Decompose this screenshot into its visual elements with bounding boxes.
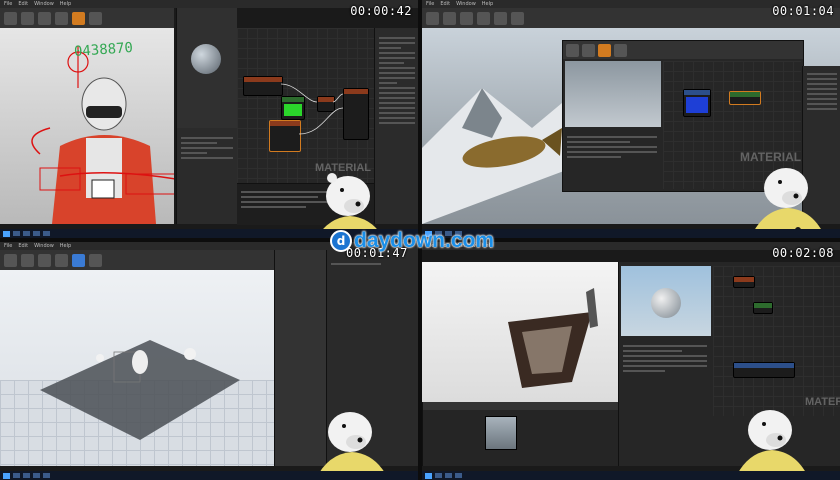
windows-taskbar <box>422 471 840 480</box>
launch-icon[interactable] <box>89 253 102 267</box>
material-preview-panel <box>176 8 237 128</box>
apply-icon[interactable] <box>566 43 579 57</box>
matinee-icon[interactable] <box>89 11 102 25</box>
build-icon[interactable] <box>477 11 490 25</box>
preview-sphere <box>651 288 681 318</box>
quadrant-top-left: File Edit Window Help 0438870 MATERIAL 0… <box>0 0 418 238</box>
level-viewport[interactable] <box>0 270 274 466</box>
menu-edit[interactable]: Edit <box>18 243 28 249</box>
browse-icon[interactable] <box>21 11 34 25</box>
editor-toolbar <box>0 8 174 29</box>
bear-presenter <box>750 168 826 238</box>
timecode: 00:02:08 <box>772 246 834 260</box>
menu-window[interactable]: Window <box>456 1 476 7</box>
material-graph[interactable]: MATERIAL <box>237 28 374 183</box>
quadrant-bottom-left: File Edit Window Help 00:01:47 <box>0 242 418 480</box>
menu-help[interactable]: Help <box>482 1 493 7</box>
quadrant-top-right: File Edit Window Help MATERIAL 00:01:04 <box>422 0 840 238</box>
quadrant-bottom-right: File Edit Window Help MATERIAL <box>422 242 840 480</box>
timecode: 00:00:42 <box>350 4 412 18</box>
material-graph[interactable]: MATERIAL <box>713 266 840 416</box>
scalar-node[interactable] <box>733 276 755 288</box>
windows-start-icon[interactable] <box>425 472 432 479</box>
menu-edit[interactable]: Edit <box>18 1 28 7</box>
constant-node[interactable] <box>729 91 761 105</box>
timecode: 00:01:04 <box>772 4 834 18</box>
menu-window[interactable]: Window <box>34 243 54 249</box>
menu-file[interactable]: File <box>4 243 12 249</box>
watermark-text: daydown.com <box>354 229 495 252</box>
windows-start-icon[interactable] <box>3 230 10 237</box>
build-icon[interactable] <box>55 11 68 25</box>
terrain-scene <box>40 340 240 440</box>
param-node[interactable] <box>753 302 773 314</box>
blueprint-icon[interactable] <box>72 11 85 25</box>
play-icon[interactable] <box>494 11 507 25</box>
site-watermark: d daydown.com <box>330 228 494 254</box>
save-icon[interactable] <box>426 11 439 25</box>
windows-start-icon[interactable] <box>3 472 10 479</box>
bear-presenter <box>315 412 389 480</box>
windows-taskbar <box>0 471 418 480</box>
settings-icon[interactable] <box>38 11 51 25</box>
home-icon[interactable] <box>598 43 611 57</box>
level-viewport[interactable] <box>422 262 618 402</box>
bear-presenter <box>734 410 810 480</box>
blue-texture-node[interactable] <box>683 89 711 117</box>
save-icon[interactable] <box>4 253 17 267</box>
menu-file[interactable]: File <box>426 1 434 7</box>
menu-edit[interactable]: Edit <box>440 1 450 7</box>
menu-window[interactable]: Window <box>34 1 54 7</box>
preview-sphere <box>191 44 221 74</box>
browse-icon[interactable] <box>443 11 456 25</box>
daydown-logo-icon: d <box>330 230 352 252</box>
asset-thumbnail[interactable] <box>485 416 517 450</box>
material-preview <box>565 61 661 127</box>
browse-icon[interactable] <box>21 253 34 267</box>
save-icon[interactable] <box>4 11 17 25</box>
menu-help[interactable]: Help <box>60 1 71 7</box>
play-icon[interactable] <box>72 253 85 267</box>
editor-toolbar <box>0 250 274 271</box>
menu-help[interactable]: Help <box>60 243 71 249</box>
content-browser <box>422 402 619 466</box>
settings-icon[interactable] <box>460 11 473 25</box>
material-preview <box>621 266 711 336</box>
level-viewport[interactable]: 0438870 <box>0 28 174 224</box>
build-icon[interactable] <box>55 253 68 267</box>
search-icon[interactable] <box>582 43 595 57</box>
node-wires <box>280 83 344 135</box>
rock-terrain-scene <box>508 288 598 388</box>
output-node[interactable] <box>733 362 795 378</box>
settings-icon[interactable] <box>38 253 51 267</box>
menu-file[interactable]: File <box>4 1 12 7</box>
launch-icon[interactable] <box>511 11 524 25</box>
details-panel <box>176 128 237 224</box>
grid-icon[interactable] <box>614 43 627 57</box>
